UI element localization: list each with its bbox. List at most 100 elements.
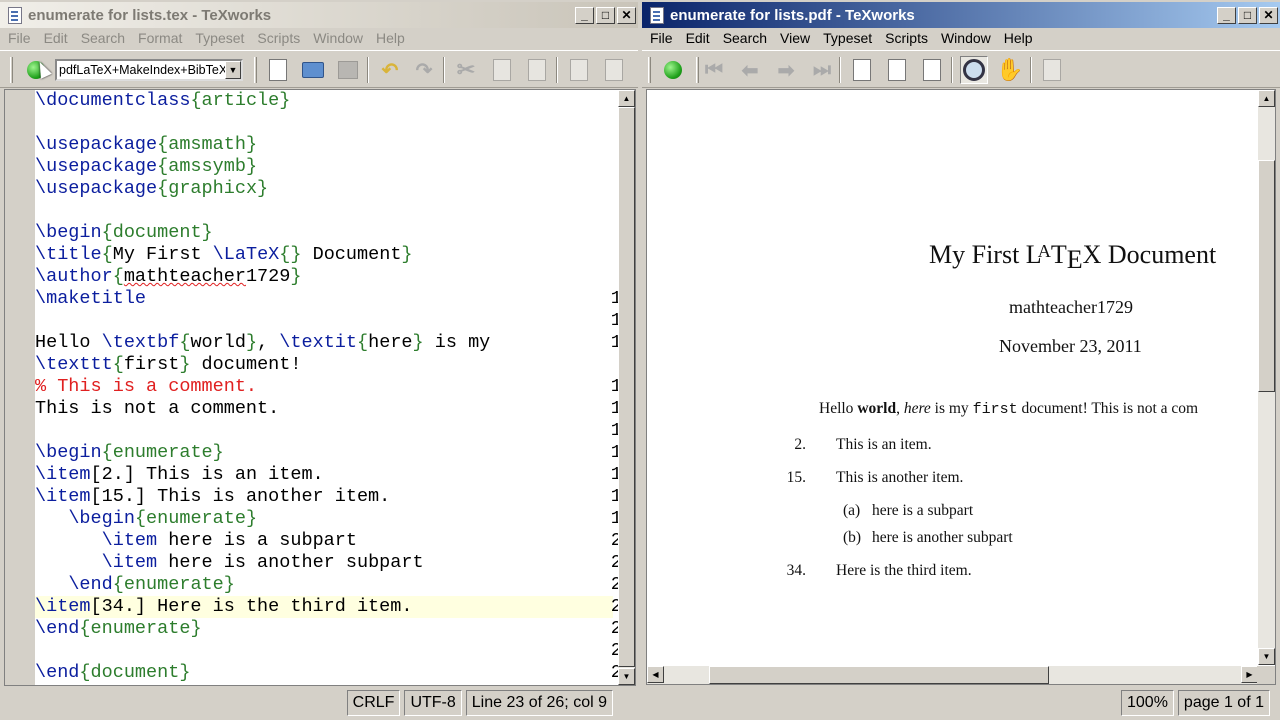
toolbar-grip[interactable] [696,57,699,83]
toolbar-separator [443,57,445,83]
code-line[interactable]: This is not a comment. [35,398,279,420]
code-line[interactable]: \begin{document} [35,222,213,244]
code-line[interactable]: \usepackage{amssymb} [35,156,257,178]
scroll-down-button[interactable]: ▼ [1258,648,1275,665]
toolbar-grip[interactable] [648,57,651,83]
line-ending-indicator[interactable]: CRLF [346,690,401,716]
open-button[interactable] [299,56,327,84]
paste-button[interactable] [523,56,551,84]
code-line[interactable]: \item here is a subpart [35,530,357,552]
menu-typeset[interactable]: Typeset [187,29,249,49]
undo-button[interactable]: ↶ [376,56,404,84]
find-button[interactable] [565,56,593,84]
menu-edit[interactable]: Edit [36,29,73,49]
close-button[interactable]: ✕ [617,6,636,24]
menu-edit[interactable]: Edit [678,29,715,49]
code-line[interactable]: \texttt{first} document! [35,354,301,376]
copy-button[interactable] [488,56,516,84]
fit-width-button[interactable] [883,56,911,84]
scroll-thumb[interactable] [709,666,1049,684]
previous-page-button[interactable]: ⬅ [736,56,764,84]
close-button[interactable]: ✕ [1259,6,1278,24]
menu-file[interactable]: File [0,29,36,49]
menu-search[interactable]: Search [715,29,772,49]
code-line[interactable]: \begin{enumerate} [35,508,257,530]
redo-button[interactable]: ↷ [410,56,438,84]
encoding-indicator[interactable]: UTF-8 [404,690,462,716]
code-line[interactable]: \end{enumerate} [35,574,235,596]
code-line[interactable]: \maketitle [35,288,146,310]
code-line[interactable]: \title{My First \LaTeX{} Document} [35,244,413,266]
minimize-button[interactable]: _ [575,6,594,24]
code-line[interactable]: \item here is another subpart [35,552,424,574]
menu-file[interactable]: File [642,29,678,49]
code-line[interactable]: \author{mathteacher1729} [35,266,301,288]
scroll-left-button[interactable]: ◀ [647,666,664,683]
chevron-down-icon[interactable]: ▼ [225,61,241,79]
preview-title-bar[interactable]: enumerate for lists.pdf - TeXworks _ □ ✕ [642,2,1280,28]
pdf-viewer[interactable]: My First LATEX Document mathteacher1729 … [646,89,1276,685]
fit-window-button[interactable] [918,56,946,84]
maximize-button[interactable]: □ [1238,6,1257,24]
code-token: 1729 [245,266,291,287]
menu-window[interactable]: Window [933,29,996,49]
scroll-thumb[interactable] [1258,160,1275,392]
code-line[interactable]: \item[15.] This is another item. [35,486,390,508]
cut-button[interactable]: ✂ [452,56,480,84]
scroll-down-button[interactable]: ▼ [618,668,635,685]
editor-vertical-scrollbar[interactable]: ▲ ▼ [618,90,635,685]
source-editor[interactable]: 1234567891011121314151617181920212223242… [4,89,636,686]
code-token: world [190,332,246,353]
code-line[interactable]: \usepackage{graphicx} [35,178,268,200]
scroll-tool-button[interactable]: ✋ [996,56,1024,84]
code-area[interactable]: \documentclass{article} \usepackage{amsma… [35,90,615,685]
source-status-bar: CRLF UTF-8 Line 23 of 26; col 9 [346,690,613,716]
maximize-button[interactable]: □ [596,6,615,24]
toolbar-grip[interactable] [254,57,257,83]
menu-scripts[interactable]: Scripts [877,29,933,49]
code-line[interactable]: \end{enumerate} [35,618,202,640]
magnify-tool-button[interactable] [960,56,988,84]
scroll-right-button[interactable]: ▶ [1241,666,1258,683]
menu-format[interactable]: Format [130,29,187,49]
code-line[interactable]: Hello \textbf{world}, \textit{here} is m… [35,332,490,354]
code-token: here is a subpart [157,530,357,551]
source-title-bar[interactable]: enumerate for lists.tex - TeXworks _ □ ✕ [0,2,638,28]
new-document-button[interactable] [264,56,292,84]
code-line[interactable]: \documentclass{article} [35,90,290,112]
menu-scripts[interactable]: Scripts [249,29,305,49]
code-line[interactable]: \usepackage{amsmath} [35,134,257,156]
menu-help[interactable]: Help [368,29,410,49]
scroll-up-button[interactable]: ▲ [1258,90,1275,107]
scroll-thumb[interactable] [618,107,635,667]
pdf-vertical-scrollbar[interactable]: ▲ ▼ [1258,90,1275,665]
code-line[interactable]: \item[2.] This is an item. [35,464,324,486]
text-run: is my [930,400,973,417]
menu-view[interactable]: View [772,29,815,49]
next-page-button[interactable]: ➡ [772,56,800,84]
typeset-button[interactable] [659,56,687,84]
menu-typeset[interactable]: Typeset [815,29,877,49]
menu-help[interactable]: Help [996,29,1038,49]
code-line[interactable]: \begin{enumerate} [35,442,224,464]
typeset-engine-select[interactable]: pdfLaTeX+MakeIndex+BibTeX ▼ [55,59,243,81]
code-line[interactable]: \end{document} [35,662,190,684]
save-button[interactable] [334,56,362,84]
code-line[interactable]: % This is a comment. [35,376,257,398]
menu-window[interactable]: Window [305,29,368,49]
minimize-button[interactable]: _ [1217,6,1236,24]
typewriter-text: first [972,401,1018,418]
paste-icon [528,59,546,81]
find-button[interactable] [1038,56,1066,84]
code-line[interactable]: \item[34.] Here is the third item. [35,596,412,618]
menu-search[interactable]: Search [73,29,130,49]
document-icon [8,6,22,24]
scroll-up-button[interactable]: ▲ [618,90,635,107]
actual-size-button[interactable] [848,56,876,84]
toolbar-grip[interactable] [10,57,13,83]
pdf-horizontal-scrollbar[interactable]: ◀ ▶ [647,666,1258,684]
last-page-button[interactable]: ⏭ [808,56,836,84]
zoom-level[interactable]: 100% [1121,690,1174,716]
first-page-button[interactable]: ⏮ [700,56,728,84]
replace-button[interactable] [600,56,628,84]
